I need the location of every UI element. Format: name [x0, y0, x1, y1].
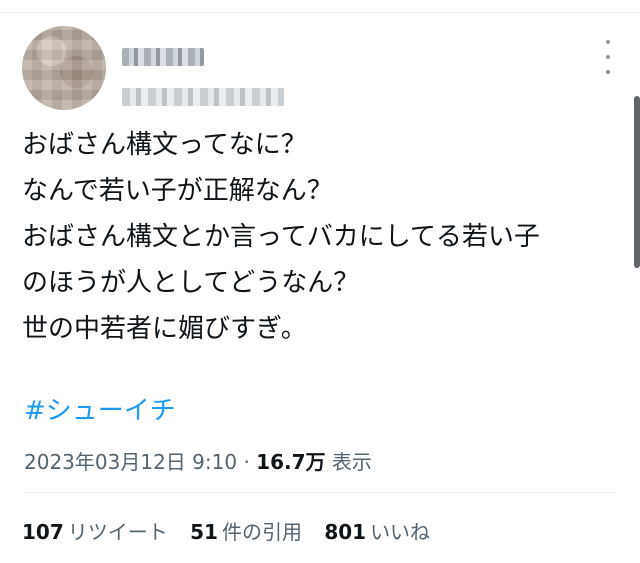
dot — [606, 55, 610, 59]
hashtag-link[interactable]: #シューイチ — [24, 390, 176, 427]
tweet-meta: 2023年03月12日 9:10 · 16.7万 表示 — [24, 446, 372, 475]
like-label: いいね — [370, 520, 431, 544]
more-options-icon[interactable] — [600, 40, 616, 74]
top-divider — [0, 12, 640, 13]
view-count: 16.7万 — [256, 450, 326, 474]
stats-divider — [24, 492, 616, 493]
retweet-label: リツイート — [67, 520, 168, 544]
tweet-line: 世の中若者に媚びすぎ。 — [22, 314, 307, 344]
tweet-line: おばさん構文ってなに？ — [22, 130, 307, 160]
tweet-text: おばさん構文ってなに？ なんで若い子が正解なん？ おばさん構文とか言ってバカにし… — [22, 122, 622, 352]
dot — [606, 40, 610, 44]
tweet-time[interactable]: 9:10 — [192, 450, 237, 474]
engagement-stats: 107 リツイート 51 件の引用 801 いいね — [22, 516, 446, 545]
dot — [606, 70, 610, 74]
username-blurred — [122, 88, 284, 106]
tweet-line: おばさん構文とか言ってバカにしてる若い子 — [22, 222, 540, 252]
retweet-stat[interactable]: 107 リツイート — [22, 516, 168, 545]
scrollbar[interactable] — [634, 96, 640, 268]
quote-stat[interactable]: 51 件の引用 — [190, 516, 302, 545]
display-name-blurred[interactable] — [122, 48, 204, 66]
avatar[interactable] — [22, 26, 106, 110]
quote-count: 51 — [190, 520, 218, 544]
meta-separator: · — [243, 450, 250, 474]
tweet-date[interactable]: 2023年03月12日 — [24, 450, 186, 474]
tweet-line: なんで若い子が正解なん？ — [22, 176, 333, 206]
retweet-count: 107 — [22, 520, 64, 544]
quote-label: 件の引用 — [221, 520, 302, 544]
view-label: 表示 — [331, 450, 372, 474]
like-stat[interactable]: 801 いいね — [324, 516, 430, 545]
like-count: 801 — [324, 520, 367, 544]
tweet-line: のほうが人としてどうなん？ — [22, 268, 360, 298]
